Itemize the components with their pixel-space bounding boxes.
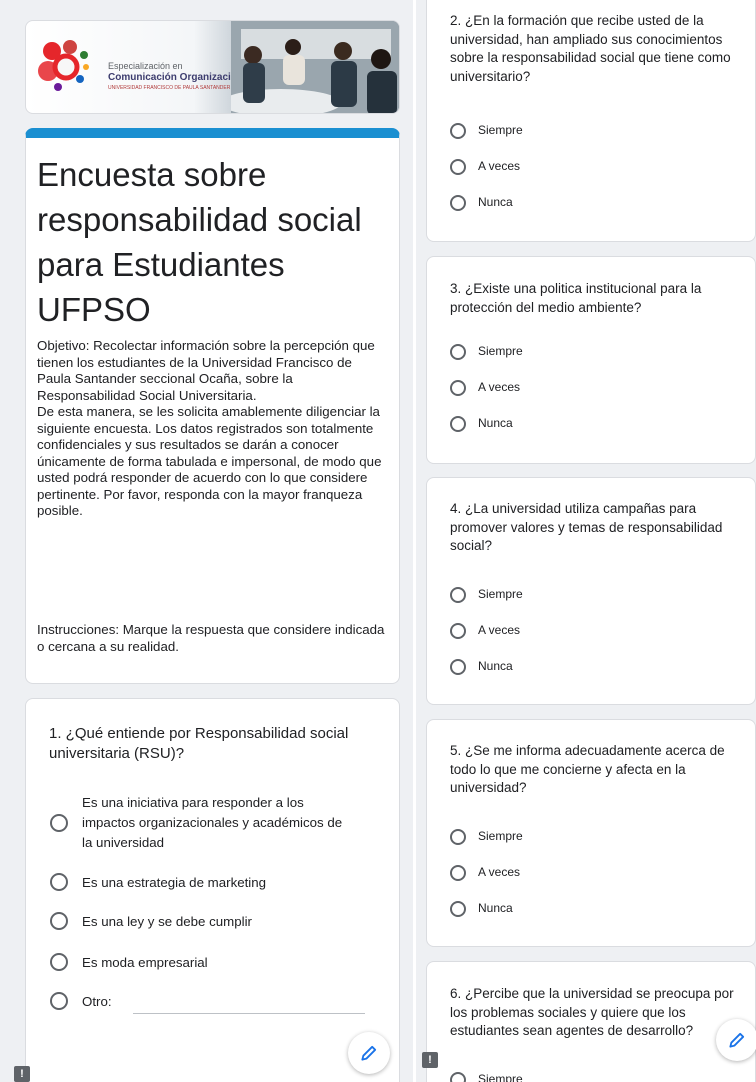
q1-option-1[interactable]: Es una iniciativa para responder a los i… bbox=[50, 793, 370, 853]
q2-option-2-label: A veces bbox=[478, 159, 521, 173]
radio-button[interactable] bbox=[50, 912, 68, 930]
other-text-input[interactable] bbox=[133, 1013, 365, 1014]
radio-button[interactable] bbox=[50, 814, 68, 832]
pencil-icon bbox=[361, 1045, 377, 1061]
radio-button[interactable] bbox=[450, 379, 466, 396]
q6-option-1-label: Siempre bbox=[478, 1072, 523, 1082]
ufpso-logo-icon bbox=[38, 40, 89, 91]
radio-button[interactable] bbox=[450, 415, 466, 432]
q4-option-1-label: Siempre bbox=[478, 587, 523, 601]
report-issue-icon[interactable]: ! bbox=[14, 1066, 30, 1082]
question-1-title: 1. ¿Qué entiende por Responsabilidad soc… bbox=[49, 725, 349, 762]
q4-option-3[interactable]: Nunca bbox=[450, 658, 513, 675]
radio-button[interactable] bbox=[450, 864, 466, 881]
q1-option-2[interactable]: Es una estrategia de marketing bbox=[50, 873, 266, 891]
q2-option-1-label: Siempre bbox=[478, 123, 523, 137]
q3-option-2-label: A veces bbox=[478, 380, 521, 394]
q1-option-1-label: Es una iniciativa para responder a los i… bbox=[82, 795, 343, 850]
q5-option-3[interactable]: Nunca bbox=[450, 900, 513, 917]
edit-fab-left[interactable] bbox=[348, 1032, 390, 1074]
q4-option-1[interactable]: Siempre bbox=[450, 586, 523, 603]
question-6-title: 6. ¿Percibe que la universidad se preocu… bbox=[450, 986, 734, 1038]
q3-option-1[interactable]: Siempre bbox=[450, 343, 523, 360]
q4-option-2-label: A veces bbox=[478, 623, 521, 637]
radio-button[interactable] bbox=[450, 900, 466, 917]
radio-button[interactable] bbox=[450, 658, 466, 675]
q3-option-3-label: Nunca bbox=[478, 416, 513, 430]
q2-option-1[interactable]: Siempre bbox=[450, 122, 523, 139]
form-instructions: Instrucciones: Marque la respuesta que c… bbox=[37, 622, 385, 654]
question-2-title: 2. ¿En la formación que recibe usted de … bbox=[450, 13, 731, 84]
q6-option-1[interactable]: Siempre bbox=[450, 1071, 523, 1082]
banner-logo-text: Especialización en Comunicación Organiza… bbox=[108, 61, 251, 94]
edit-fab-right[interactable] bbox=[716, 1019, 756, 1061]
radio-button[interactable] bbox=[450, 194, 466, 211]
q5-option-1[interactable]: Siempre bbox=[450, 828, 523, 845]
q2-option-3[interactable]: Nunca bbox=[450, 194, 513, 211]
q1-option-2-label: Es una estrategia de marketing bbox=[82, 874, 267, 890]
q1-option-4-label: Es moda empresarial bbox=[82, 954, 208, 970]
banner-meeting-photo bbox=[231, 21, 399, 113]
q3-option-2[interactable]: A veces bbox=[450, 379, 520, 396]
question-5-title: 5. ¿Se me informa adecuadamente acerca d… bbox=[450, 743, 725, 795]
q4-option-3-label: Nunca bbox=[478, 659, 513, 673]
radio-button[interactable] bbox=[450, 122, 466, 139]
q4-option-2[interactable]: A veces bbox=[450, 622, 520, 639]
question-3-title: 3. ¿Existe una politica institucional pa… bbox=[450, 281, 702, 315]
radio-button[interactable] bbox=[50, 953, 68, 971]
q2-option-3-label: Nunca bbox=[478, 195, 513, 209]
q5-option-2[interactable]: A veces bbox=[450, 864, 520, 881]
radio-button[interactable] bbox=[450, 828, 466, 845]
radio-button[interactable] bbox=[450, 586, 466, 603]
q3-option-1-label: Siempre bbox=[478, 344, 523, 358]
radio-button[interactable] bbox=[50, 873, 68, 891]
form-header-banner: Especialización en Comunicación Organiza… bbox=[25, 20, 400, 114]
q5-option-1-label: Siempre bbox=[478, 829, 523, 843]
form-description: Objetivo: Recolectar información sobre l… bbox=[37, 338, 382, 518]
q1-option-4[interactable]: Es moda empresarial bbox=[50, 953, 208, 971]
logo-line1: Especialización en bbox=[108, 61, 183, 71]
q1-option-3[interactable]: Es una ley y se debe cumplir bbox=[50, 912, 252, 930]
logo-line3: UNIVERSIDAD FRANCISCO DE PAULA SANTANDER… bbox=[108, 85, 250, 91]
q1-option-3-label: Es una ley y se debe cumplir bbox=[82, 913, 252, 929]
q1-option-5-label: Otro: bbox=[82, 993, 112, 1009]
radio-button[interactable] bbox=[450, 158, 466, 175]
radio-button[interactable] bbox=[450, 343, 466, 360]
q3-option-3[interactable]: Nunca bbox=[450, 415, 513, 432]
radio-button[interactable] bbox=[450, 622, 466, 639]
report-issue-icon[interactable]: ! bbox=[422, 1052, 438, 1068]
q2-option-2[interactable]: A veces bbox=[450, 158, 520, 175]
logo-line2: Comunicación Organizacional bbox=[108, 72, 252, 83]
q1-option-5[interactable]: Otro: bbox=[50, 992, 112, 1010]
radio-button[interactable] bbox=[50, 992, 68, 1010]
form-title: Encuesta sobre responsabilidad social pa… bbox=[37, 156, 362, 328]
q5-option-2-label: A veces bbox=[478, 865, 521, 879]
question-4-title: 4. ¿La universidad utiliza campañas para… bbox=[450, 501, 723, 553]
q5-option-3-label: Nunca bbox=[478, 901, 513, 915]
pencil-icon bbox=[729, 1032, 745, 1048]
radio-button[interactable] bbox=[450, 1071, 466, 1082]
